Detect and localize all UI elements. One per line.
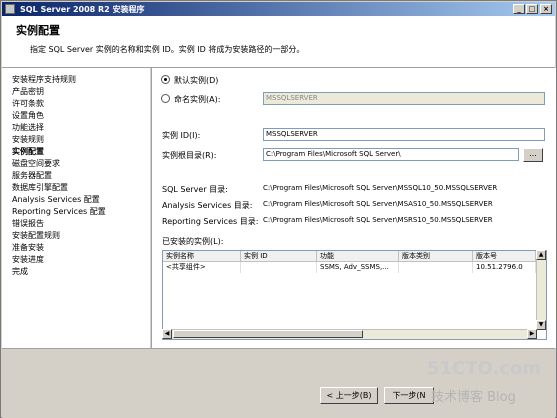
rs-dir-value: C:\Program Files\Microsoft SQL Server\MS… bbox=[263, 216, 493, 224]
nav-item-installation-rules[interactable]: 安装规则 bbox=[12, 134, 44, 145]
instance-root-label: 实例根目录(R): bbox=[162, 151, 217, 160]
nav-item-server-configuration[interactable]: 服务器配置 bbox=[12, 170, 52, 181]
instance-id-label: 实例 ID(I): bbox=[162, 131, 201, 140]
table-cell-features[interactable]: SSMS, Adv_SSMS,... bbox=[317, 262, 399, 273]
nav-item-license-terms[interactable]: 许可条款 bbox=[12, 98, 44, 109]
horizontal-scrollbar[interactable]: ◀ ▶ bbox=[162, 329, 537, 339]
sql-dir-value: C:\Program Files\Microsoft SQL Server\MS… bbox=[263, 184, 498, 192]
nav-item-instance-configuration[interactable]: 实例配置 bbox=[12, 146, 44, 157]
table-cell-instance-id[interactable] bbox=[241, 262, 317, 273]
back-button[interactable]: < 上一步(B) bbox=[320, 387, 378, 404]
nav-item-product-key[interactable]: 产品密钥 bbox=[12, 86, 44, 97]
nav-item-error-reporting[interactable]: 错误报告 bbox=[12, 218, 44, 229]
app-icon bbox=[5, 4, 15, 14]
as-dir-value: C:\Program Files\Microsoft SQL Server\MS… bbox=[263, 200, 493, 208]
scroll-thumb[interactable] bbox=[173, 330, 363, 338]
nav-item-feature-selection[interactable]: 功能选择 bbox=[12, 122, 44, 133]
table-cell-version[interactable]: 10.51.2796.0 bbox=[473, 262, 536, 273]
scroll-right-icon[interactable]: ▶ bbox=[527, 329, 537, 339]
nav-item-analysis-services[interactable]: Analysis Services 配置 bbox=[12, 194, 100, 205]
named-instance-label: 命名实例(A): bbox=[174, 95, 221, 104]
nav-item-configuration-rules[interactable]: 安装配置规则 bbox=[12, 230, 60, 241]
watermark-blog: 技术博客 Blog bbox=[431, 390, 516, 405]
page-header: 实例配置 指定 SQL Server 实例的名称和实例 ID。实例 ID 将成为… bbox=[2, 16, 555, 68]
named-instance-input[interactable]: MSSQLSERVER bbox=[263, 92, 545, 105]
column-header-instance-id[interactable]: 实例 ID bbox=[241, 251, 317, 262]
nav-item-progress[interactable]: 安装进度 bbox=[12, 254, 44, 265]
column-header-features[interactable]: 功能 bbox=[317, 251, 399, 262]
table-cell-instance-name[interactable]: <共享组件> bbox=[163, 262, 241, 273]
table-cell-edition[interactable] bbox=[399, 262, 473, 273]
nav-item-ready-to-install[interactable]: 准备安装 bbox=[12, 242, 44, 253]
scroll-up-icon[interactable]: ▲ bbox=[536, 250, 546, 260]
default-instance-label: 默认实例(D) bbox=[174, 76, 219, 85]
nav-item-reporting-services[interactable]: Reporting Services 配置 bbox=[12, 206, 106, 217]
vertical-scrollbar[interactable]: ▲ ▼ bbox=[536, 250, 546, 330]
scroll-left-icon[interactable]: ◀ bbox=[162, 329, 172, 339]
sql-dir-label: SQL Server 目录: bbox=[162, 185, 228, 194]
nav-item-database-engine[interactable]: 数据库引擎配置 bbox=[12, 182, 68, 193]
browse-button[interactable]: ... bbox=[523, 148, 543, 162]
scroll-down-icon[interactable]: ▼ bbox=[536, 320, 546, 330]
page-description: 指定 SQL Server 实例的名称和实例 ID。实例 ID 将成为安装路径的… bbox=[30, 45, 305, 54]
title-bar: SQL Server 2008 R2 安装程序 _ □ × bbox=[2, 2, 555, 16]
default-instance-radio[interactable] bbox=[161, 75, 170, 84]
installed-instances-table[interactable]: 实例名称 实例 ID 功能 版本类别 版本号 <共享组件> SSMS, Adv_… bbox=[162, 250, 547, 340]
minimize-button[interactable]: _ bbox=[513, 4, 525, 14]
step-navigation: 安装程序支持规则 产品密钥 许可条款 设置角色 功能选择 安装规则 实例配置 磁… bbox=[2, 68, 150, 348]
instance-root-input[interactable]: C:\Program Files\Microsoft SQL Server\ bbox=[263, 148, 519, 161]
as-dir-label: Analysis Services 目录: bbox=[162, 201, 253, 210]
column-header-instance-name[interactable]: 实例名称 bbox=[163, 251, 241, 262]
rs-dir-label: Reporting Services 目录: bbox=[162, 217, 259, 226]
watermark-site: 51CTO.com bbox=[427, 358, 542, 379]
maximize-button[interactable]: □ bbox=[526, 4, 538, 14]
named-instance-radio[interactable] bbox=[161, 94, 170, 103]
nav-item-support-rules[interactable]: 安装程序支持规则 bbox=[12, 74, 76, 85]
instance-configuration-panel: 默认实例(D) 命名实例(A): MSSQLSERVER 实例 ID(I): M… bbox=[152, 68, 556, 348]
column-header-version[interactable]: 版本号 bbox=[473, 251, 536, 262]
window-title: SQL Server 2008 R2 安装程序 bbox=[20, 5, 145, 14]
close-button[interactable]: × bbox=[540, 4, 552, 14]
installer-window: SQL Server 2008 R2 安装程序 _ □ × 实例配置 指定 SQ… bbox=[0, 0, 557, 418]
nav-item-complete[interactable]: 完成 bbox=[12, 266, 28, 277]
next-button[interactable]: 下一步(N bbox=[384, 387, 434, 404]
page-title: 实例配置 bbox=[16, 24, 60, 37]
installed-instances-label: 已安装的实例(L): bbox=[162, 237, 224, 246]
instance-id-input[interactable]: MSSQLSERVER bbox=[263, 128, 545, 141]
column-header-edition[interactable]: 版本类别 bbox=[399, 251, 473, 262]
nav-item-disk-space[interactable]: 磁盘空间要求 bbox=[12, 158, 60, 169]
nav-item-setup-role[interactable]: 设置角色 bbox=[12, 110, 44, 121]
